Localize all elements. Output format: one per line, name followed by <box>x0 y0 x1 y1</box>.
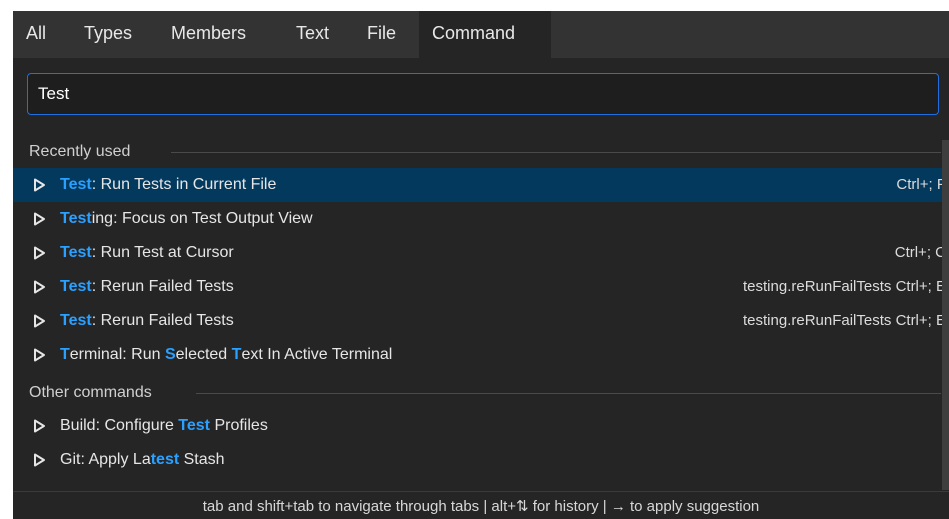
play-triangle-icon <box>31 443 47 477</box>
label-text: erminal: Run <box>69 346 165 363</box>
label-text: : Run Tests in Current File <box>91 176 277 193</box>
match-highlight: Test <box>178 417 211 434</box>
keybinding: testing.reRunFailTests Ctrl+; E <box>743 312 946 329</box>
match-highlight: Test <box>60 210 92 227</box>
section-header-other-commands: Other commands <box>29 384 152 401</box>
label-text: Build: Configure <box>60 417 179 434</box>
command-item[interactable]: Test: Run Test at Cursor Ctrl+; C <box>13 236 946 270</box>
command-label: Terminal: Run Selected Text In Active Te… <box>60 338 392 372</box>
keybinding: testing.reRunFailTests Ctrl+; E <box>743 278 946 295</box>
play-triangle-icon <box>31 202 47 236</box>
label-text: : Rerun Failed Tests <box>91 278 234 295</box>
play-triangle-icon <box>31 338 47 372</box>
section-divider <box>171 152 941 153</box>
tab-all[interactable]: All <box>13 11 46 58</box>
command-label: Test: Rerun Failed Tests <box>60 304 234 338</box>
play-triangle-icon <box>31 168 47 202</box>
command-item[interactable]: Testing: Focus on Test Output View <box>13 202 942 236</box>
play-triangle-icon <box>31 409 47 443</box>
match-highlight: Test <box>60 312 92 329</box>
play-triangle-icon <box>31 270 47 304</box>
command-label: Test: Rerun Failed Tests <box>60 270 234 304</box>
command-label: Git: Apply Latest Stash <box>60 443 225 477</box>
tab-text[interactable]: Text <box>296 11 329 58</box>
tab-command[interactable]: Command <box>419 11 551 58</box>
tab-bar: All Types Members Text File Command <box>13 11 949 58</box>
tab-file[interactable]: File <box>367 11 396 58</box>
keybinding: Ctrl+; C <box>894 244 946 261</box>
search-input[interactable] <box>28 74 938 114</box>
label-text: elected <box>175 346 232 363</box>
match-highlight: T <box>231 346 242 363</box>
label-text: Profiles <box>210 417 268 434</box>
command-palette: All Types Members Text File Command Rece… <box>13 11 949 519</box>
label-text: Git: Apply La <box>60 451 151 468</box>
section-divider <box>196 393 941 394</box>
command-item[interactable]: Build: Configure Test Profiles <box>13 409 942 443</box>
match-highlight: S <box>164 346 176 363</box>
label-text: ing: Focus on Test Output View <box>91 210 313 227</box>
command-item[interactable]: Test: Rerun Failed Tests testing.reRunFai… <box>13 304 946 338</box>
command-label: Build: Configure Test Profiles <box>60 409 268 443</box>
command-item[interactable]: Test: Run Tests in Current File Ctrl+; F <box>13 168 946 202</box>
tab-members[interactable]: Members <box>171 11 246 58</box>
tab-types[interactable]: Types <box>84 11 132 58</box>
play-triangle-icon <box>31 304 47 338</box>
keybinding: Ctrl+; F <box>896 176 946 193</box>
command-label: Test: Run Test at Cursor <box>60 236 234 270</box>
label-text: ext In Active Terminal <box>241 346 393 363</box>
command-item[interactable]: Terminal: Run Selected Text In Active Te… <box>13 338 942 372</box>
label-text: Stash <box>179 451 225 468</box>
command-item[interactable]: Git: Apply Latest Stash <box>13 443 942 477</box>
section-header-recently-used: Recently used <box>29 143 131 160</box>
scrollbar[interactable] <box>942 140 949 490</box>
match-highlight: Test <box>60 244 92 261</box>
match-highlight: Test <box>60 176 92 193</box>
status-hint-bar: tab and shift+tab to navigate through ta… <box>13 491 949 519</box>
search-box <box>27 73 939 115</box>
label-text: : Rerun Failed Tests <box>91 312 234 329</box>
command-item[interactable]: Test: Rerun Failed Tests testing.reRunFai… <box>13 270 946 304</box>
command-label: Test: Run Tests in Current File <box>60 168 276 202</box>
match-highlight: test <box>150 451 180 468</box>
match-highlight: T <box>60 346 70 363</box>
label-text: : Run Test at Cursor <box>91 244 234 261</box>
match-highlight: Test <box>60 278 92 295</box>
command-label: Testing: Focus on Test Output View <box>60 202 313 236</box>
play-triangle-icon <box>31 236 47 270</box>
